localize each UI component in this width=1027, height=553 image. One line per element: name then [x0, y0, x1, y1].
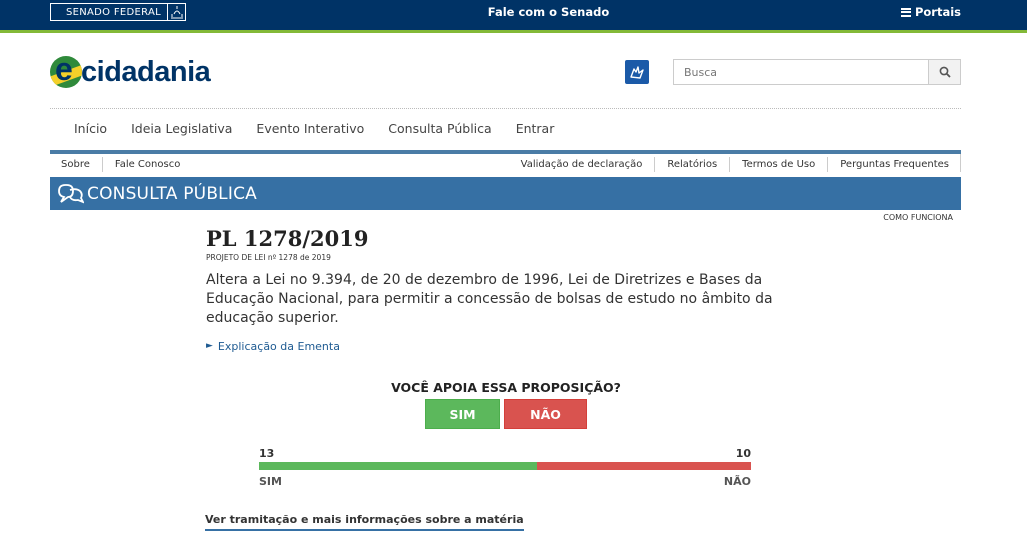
main-nav: Início Ideia Legislativa Evento Interati… — [62, 121, 566, 136]
sub-nav-end-divider — [960, 154, 961, 172]
ver-tramitacao-link[interactable]: Ver tramitação e mais informações sobre … — [205, 513, 524, 531]
search-input[interactable] — [674, 60, 928, 84]
top-bar: SENADO FEDERAL Fale com o Senado Portais — [0, 0, 1027, 30]
top-bar-accent — [0, 30, 1027, 33]
search-box — [673, 59, 961, 85]
search-icon — [939, 66, 951, 78]
sub-nav: Sobre Fale Conosco Validação de declaraç… — [50, 150, 961, 177]
vote-result-bar-sim-fill — [259, 462, 537, 470]
fale-com-o-senado-link[interactable]: Fale com o Senado — [0, 5, 1027, 19]
sim-count: 13 — [259, 447, 275, 460]
vote-nao-button[interactable]: NÃO — [504, 399, 587, 429]
search-button[interactable] — [928, 60, 960, 84]
subnav-relatorios[interactable]: Relatórios — [655, 157, 731, 172]
ecidadania-logo[interactable]: e cidadania — [50, 54, 211, 90]
page-subtitle: PROJETO DE LEI nº 1278 de 2019 — [206, 253, 331, 262]
header-divider — [50, 108, 961, 109]
nav-consulta-publica[interactable]: Consulta Pública — [376, 121, 503, 136]
vote-result-bar — [259, 462, 751, 470]
subnav-perguntas-frequentes[interactable]: Perguntas Frequentes — [828, 157, 961, 172]
nav-ideia-legislativa[interactable]: Ideia Legislativa — [119, 121, 244, 136]
nav-inicio[interactable]: Início — [62, 121, 119, 136]
vote-question: VOCÊ APOIA ESSA PROPOSIÇÃO? — [391, 380, 621, 395]
libras-hands-icon[interactable] — [625, 60, 649, 84]
chat-bubbles-icon — [56, 182, 85, 206]
ementa-text: Altera a Lei no 9.394, de 20 de dezembro… — [206, 272, 773, 326]
sub-nav-right: Validação de declaração Relatórios Termo… — [509, 157, 961, 172]
subnav-sobre[interactable]: Sobre — [50, 157, 103, 172]
portais-menu[interactable]: Portais — [900, 5, 961, 19]
portais-label: Portais — [914, 5, 961, 19]
sub-nav-left: Sobre Fale Conosco — [50, 157, 192, 172]
nao-count: 10 — [735, 447, 751, 460]
nav-evento-interativo[interactable]: Evento Interativo — [244, 121, 376, 136]
triangle-right-icon: ► — [206, 341, 213, 351]
page-title: PL 1278/2019 — [206, 226, 369, 251]
subnav-validacao[interactable]: Validação de declaração — [509, 157, 656, 172]
consulta-publica-banner: CONSULTA PÚBLICA — [50, 177, 961, 210]
banner-title: CONSULTA PÚBLICA — [87, 183, 257, 204]
explicacao-label: Explicação da Ementa — [217, 340, 340, 353]
como-funciona-link[interactable]: COMO FUNCIONA — [883, 213, 953, 222]
subnav-fale-conosco[interactable]: Fale Conosco — [103, 157, 192, 172]
logo-e-circle: e — [50, 56, 82, 88]
nav-entrar[interactable]: Entrar — [504, 121, 567, 136]
subnav-termos-de-uso[interactable]: Termos de Uso — [730, 157, 829, 172]
hamburger-icon — [900, 7, 911, 17]
logo-wordmark: cidadania — [81, 55, 211, 88]
bar-sim-label: SIM — [259, 475, 282, 488]
bar-nao-label: NÃO — [723, 475, 751, 488]
explicacao-da-ementa-link[interactable]: ► Explicação da Ementa — [206, 340, 340, 353]
logo-e-letter: e — [55, 56, 73, 87]
vote-sim-button[interactable]: SIM — [425, 399, 500, 429]
